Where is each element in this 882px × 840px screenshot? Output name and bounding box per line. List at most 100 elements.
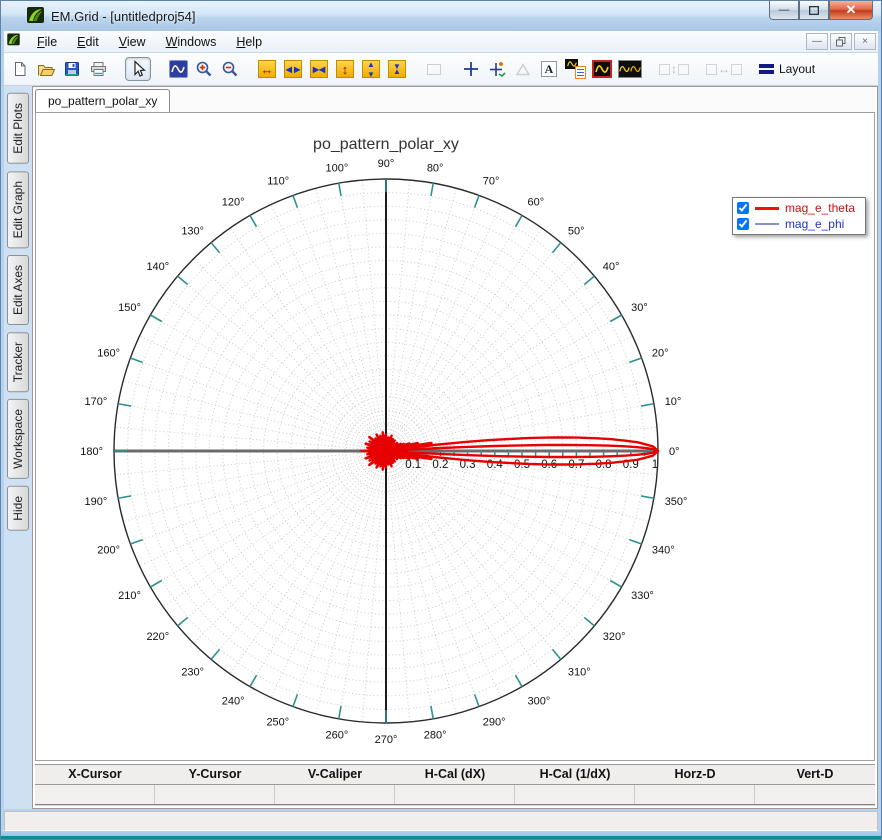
svg-text:120°: 120°	[222, 197, 245, 209]
svg-text:50°: 50°	[568, 225, 585, 237]
svg-text:70°: 70°	[483, 175, 500, 187]
side-tab-strip: Edit Plots Edit Graph Edit Axes Tracker Work…	[4, 86, 32, 809]
shrink-vertical-button[interactable]: ▼ ▲	[387, 57, 407, 81]
cursor-column-header: V-Caliper	[307, 767, 363, 781]
overlay-curves-button[interactable]	[618, 57, 642, 81]
mdi-minimize-button[interactable]: —	[806, 33, 828, 50]
pointer-tool-button[interactable]	[125, 57, 151, 81]
window-bottom-border	[1, 831, 881, 839]
document-icon	[7, 33, 20, 49]
svg-text:320°: 320°	[603, 631, 626, 643]
layout-button[interactable]: Layout	[759, 57, 815, 81]
align-horizontal-plots-button: ↔	[706, 57, 742, 81]
svg-text:po_pattern_polar_xy: po_pattern_polar_xy	[313, 136, 459, 153]
legend-entry: mag_e_theta	[736, 201, 855, 215]
legend-label: mag_e_theta	[784, 201, 855, 215]
svg-text:60°: 60°	[528, 197, 545, 209]
menu-bar: File Edit View Windows Help — ×	[4, 31, 878, 53]
mdi-close-button[interactable]: ×	[854, 33, 876, 50]
svg-text:150°: 150°	[118, 302, 141, 314]
svg-text:220°: 220°	[146, 631, 169, 643]
side-tab-edit-graph[interactable]: Edit Graph	[7, 170, 29, 249]
svg-text:0.2: 0.2	[432, 459, 448, 471]
mdi-restore-button[interactable]	[830, 33, 852, 50]
text-annotation-button[interactable]: A	[539, 57, 559, 81]
zoom-region-button[interactable]	[168, 57, 188, 81]
minimize-button[interactable]: —	[769, 1, 799, 20]
legend-label: mag_e_phi	[784, 217, 845, 231]
cursor-value-cell	[275, 785, 395, 804]
zoom-in-button[interactable]	[194, 57, 214, 81]
svg-text:90°: 90°	[378, 158, 395, 170]
menu-file[interactable]: File	[27, 33, 67, 51]
svg-text:170°: 170°	[85, 396, 108, 408]
svg-text:0.8: 0.8	[596, 459, 612, 471]
cursor-column-header: Vert-D	[796, 767, 834, 781]
document-tab-bar: po_pattern_polar_xy	[33, 87, 877, 113]
side-tab-edit-axes[interactable]: Edit Axes	[7, 255, 29, 326]
save-file-button[interactable]	[62, 57, 82, 81]
svg-text:290°: 290°	[483, 717, 506, 729]
svg-text:110°: 110°	[267, 175, 289, 187]
menu-windows[interactable]: Windows	[156, 33, 227, 51]
crosshair-cursor-button[interactable]	[461, 57, 481, 81]
maximize-button[interactable]	[799, 1, 829, 20]
menu-help[interactable]: Help	[226, 33, 272, 51]
app-logo-icon	[27, 6, 44, 28]
main-area: Edit Plots Edit Graph Edit Axes Tracker Work…	[4, 86, 878, 809]
fit-horizontal-button[interactable]: ◀ ▶	[283, 57, 303, 81]
legend-entry: mag_e_phi	[736, 217, 855, 231]
svg-text:0.1: 0.1	[405, 459, 421, 471]
cursor-value-cell	[515, 785, 635, 804]
svg-text:30°: 30°	[631, 302, 648, 314]
close-button[interactable]: ✕	[829, 1, 873, 20]
title-bar: EM.Grid - [untitledproj54] — ✕	[1, 1, 881, 31]
svg-text:250°: 250°	[266, 717, 289, 729]
svg-text:260°: 260°	[325, 730, 348, 742]
side-tab-edit-plots[interactable]: Edit Plots	[7, 93, 29, 164]
open-file-button[interactable]	[36, 57, 56, 81]
tracker-button[interactable]	[487, 57, 507, 81]
svg-text:330°: 330°	[631, 590, 654, 602]
svg-text:20°: 20°	[652, 347, 669, 359]
cursor-column-header: Y-Cursor	[188, 767, 242, 781]
expand-vertical-button[interactable]: ↕	[335, 57, 355, 81]
side-tab-workspace[interactable]: Workspace	[7, 399, 29, 480]
layout-button-label: Layout	[779, 62, 816, 76]
menu-edit[interactable]: Edit	[67, 33, 109, 51]
svg-text:300°: 300°	[528, 695, 551, 707]
svg-text:200°: 200°	[97, 545, 120, 557]
cursor-column-header: H-Cal (dX)	[424, 767, 486, 781]
cursor-value-cell	[155, 785, 275, 804]
svg-text:40°: 40°	[603, 261, 620, 273]
svg-text:100°: 100°	[325, 162, 348, 174]
svg-text:130°: 130°	[181, 225, 204, 237]
application-window: EM.Grid - [untitledproj54] — ✕ File Edit V…	[0, 0, 882, 840]
cursor-value-cell	[755, 785, 875, 804]
expand-horizontal-button[interactable]: ↔	[257, 57, 277, 81]
window-title: EM.Grid - [untitledproj54]	[51, 8, 196, 24]
document-window: po_pattern_polar_xy 0° 10° 20° 30° 40° 50° 60°…	[32, 86, 878, 809]
align-vertical-plots-button: ↕	[659, 57, 689, 81]
zoom-out-button[interactable]	[220, 57, 240, 81]
side-tab-hide[interactable]: Hide	[7, 486, 29, 531]
svg-text:240°: 240°	[222, 695, 245, 707]
new-file-button[interactable]	[10, 57, 30, 81]
legend-checkbox-mag_e_theta[interactable]	[736, 202, 749, 214]
legend-checkbox-mag_e_phi[interactable]	[736, 218, 749, 230]
cursor-column-header: X-Cursor	[68, 767, 122, 781]
print-button[interactable]	[88, 57, 108, 81]
plot-panel: 0° 10° 20° 30° 40° 50° 60° 70° 80° 90° 100° 110° 120…	[35, 112, 875, 761]
triangle-marker-button	[513, 57, 533, 81]
menu-view[interactable]: View	[109, 33, 156, 51]
svg-text:270°: 270°	[375, 734, 398, 746]
curve-style-button[interactable]	[592, 57, 612, 81]
legend-toggle-button[interactable]	[565, 57, 586, 81]
side-tab-tracker[interactable]: Tracker	[7, 332, 29, 393]
svg-text:190°: 190°	[85, 496, 108, 508]
shrink-horizontal-button[interactable]: ▶◀	[309, 57, 329, 81]
tab-po-pattern-polar-xy[interactable]: po_pattern_polar_xy	[35, 89, 171, 113]
svg-text:280°: 280°	[424, 730, 447, 742]
polar-chart[interactable]: 0°10°20°30°40°50°60°70°80°90°100°110°120…	[36, 113, 852, 761]
fit-vertical-button[interactable]: ▲ ▼	[361, 57, 381, 81]
